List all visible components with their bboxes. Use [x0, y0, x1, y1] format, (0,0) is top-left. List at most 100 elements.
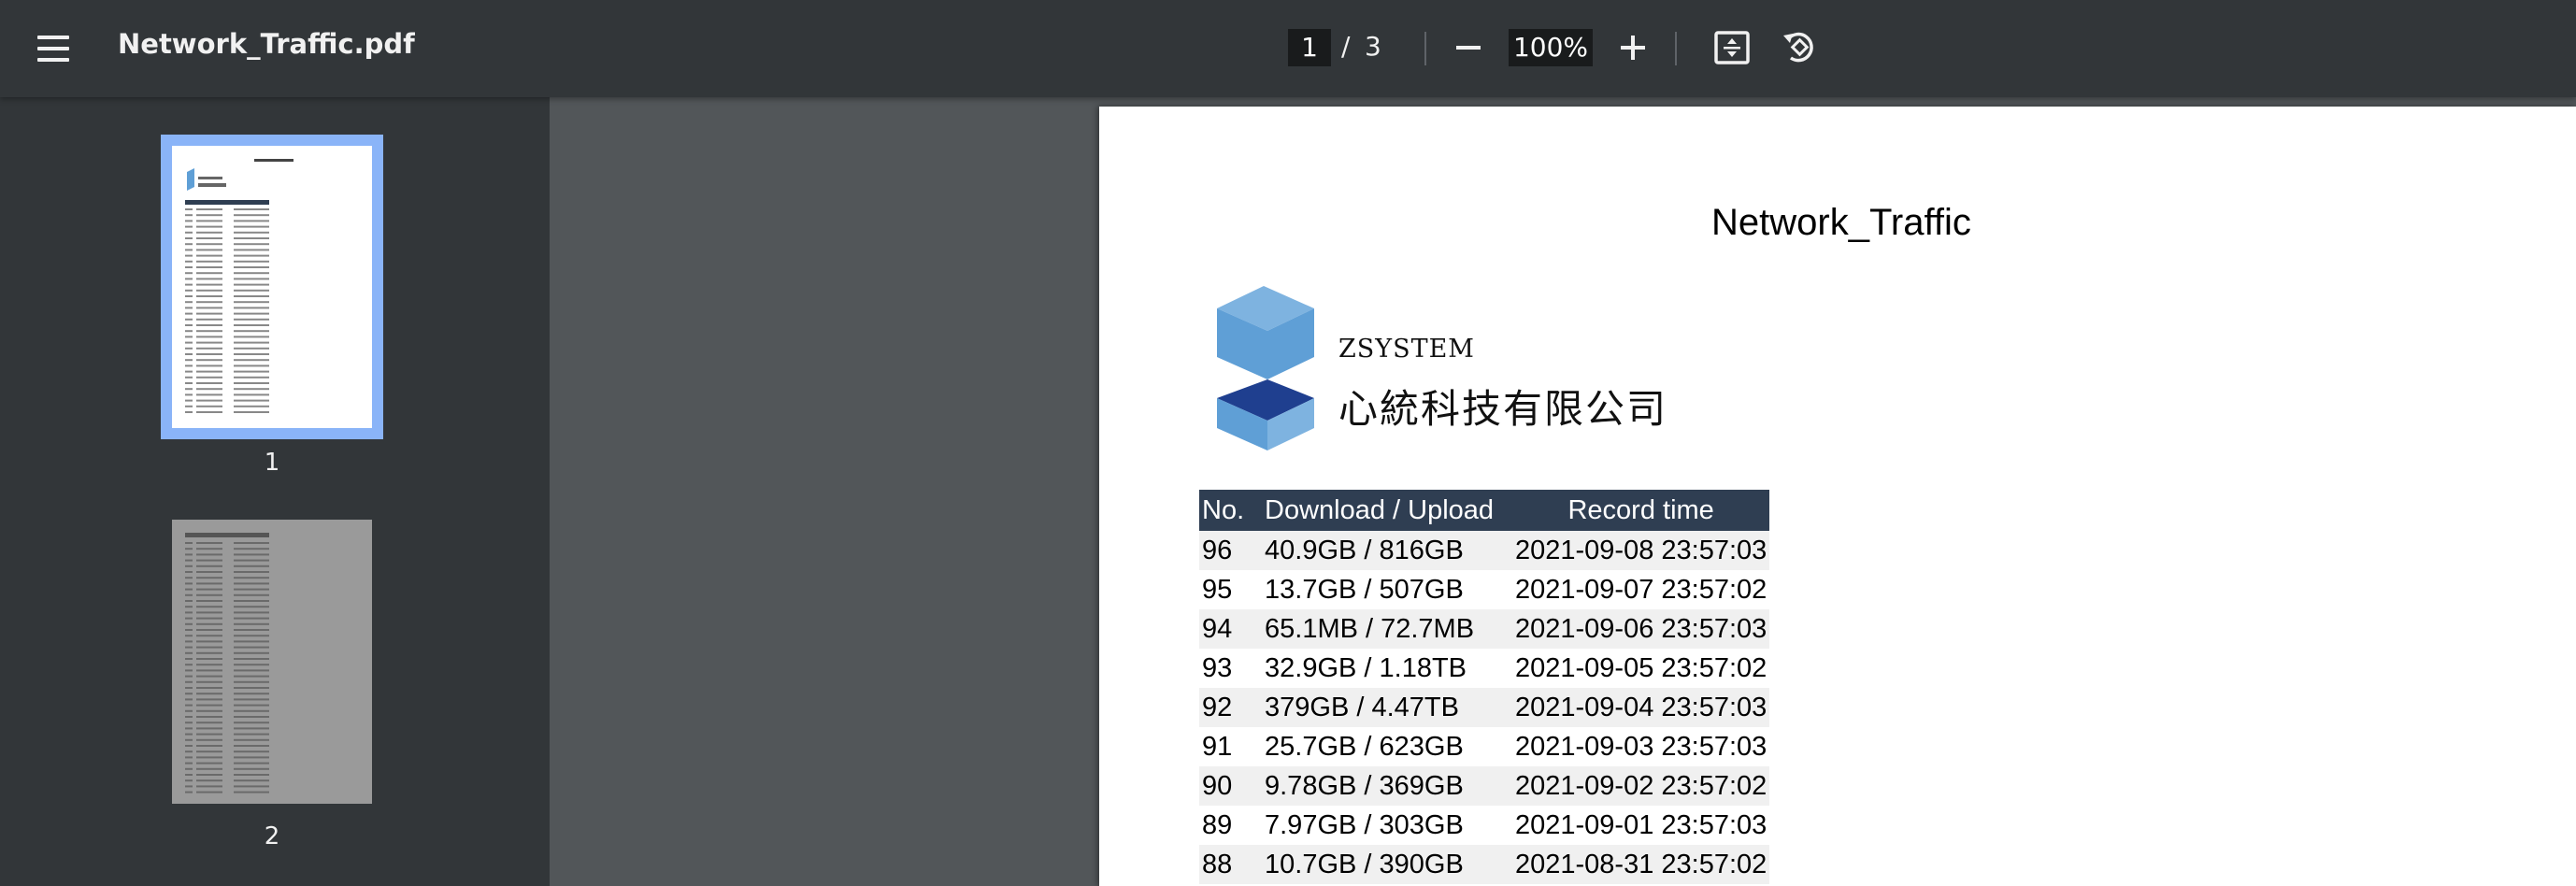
thumbnail-text-line — [185, 559, 193, 562]
page-number-input[interactable]: 1 — [1288, 29, 1331, 66]
toolbar-divider — [1675, 32, 1677, 65]
thumbnail-text-line — [196, 693, 222, 695]
thumbnail-text-line — [234, 698, 269, 701]
cell-download-upload: 32.9GB / 1.18TB — [1265, 652, 1467, 683]
thumbnail-text-line — [196, 318, 222, 321]
thumbnail-text-line — [196, 330, 222, 333]
thumbnail-text-line — [234, 237, 269, 239]
thumbnail-text-line — [234, 307, 269, 309]
thumbnail-text-line — [196, 622, 222, 625]
thumbnail-text-line — [196, 295, 222, 297]
thumbnail-text-line — [234, 727, 269, 730]
cell-no: 93 — [1202, 652, 1233, 683]
thumbnail-text-line — [185, 301, 193, 304]
thumbnail-text-line — [196, 272, 222, 275]
rotate-icon — [1783, 32, 1813, 63]
thumbnail-text-line — [185, 393, 193, 396]
page-thumbnail-2[interactable] — [172, 520, 372, 804]
thumbnail-text-line — [234, 571, 269, 573]
thumbnail-text-line — [234, 582, 269, 585]
thumbnail-text-line — [196, 237, 222, 239]
cell-record-time: 2021-09-08 23:57:03 — [1512, 531, 1770, 570]
zoom-level-input[interactable]: 100% — [1509, 29, 1593, 66]
thumbnail-text-line — [185, 312, 193, 315]
thumbnail-text-line — [185, 353, 193, 355]
cell-no: 88 — [1199, 845, 1262, 884]
thumbnail-text-line — [234, 341, 269, 344]
thumbnail-text-line — [196, 278, 222, 280]
thumbnail-text-line — [196, 593, 222, 596]
cell-download-upload: 379GB / 4.47TB — [1262, 688, 1512, 727]
thumbnail-text-line — [234, 353, 269, 355]
thumbnail-text-line — [185, 606, 193, 608]
thumbnail-text-line — [234, 266, 269, 268]
thumbnail-text-line — [185, 785, 193, 788]
thumbnail-text-line — [234, 283, 269, 286]
thumbnail-text-line — [234, 646, 269, 649]
pdf-page: Network_Traffic ZSYSTEM 心統科技有限公司 No. Dow… — [1099, 107, 2576, 886]
thumbnail-text-line — [185, 243, 193, 246]
thumbnail-text-line — [196, 646, 222, 649]
logo-english-text: ZSYSTEM — [1338, 335, 1475, 364]
thumbnail-text-line — [196, 307, 222, 309]
header-record-time: Record time — [1512, 490, 1770, 531]
thumbnail-text-line — [196, 260, 222, 263]
thumbnail-text-line — [234, 559, 269, 562]
cell-no: 96 — [1199, 531, 1262, 570]
thumbnail-text-line — [234, 750, 269, 753]
zoom-out-button[interactable] — [1447, 26, 1490, 69]
cell-no: 95 — [1202, 574, 1233, 605]
thumbnail-text-line — [185, 382, 193, 384]
thumbnail-label-2: 2 — [264, 822, 280, 850]
thumbnail-text-line — [196, 651, 222, 654]
thumbnail-text-line — [196, 600, 222, 602]
thumbnail-text-line — [196, 582, 222, 585]
thumbnail-text-line — [185, 687, 193, 689]
thumbnail-text-line — [196, 243, 222, 246]
thumbnail-text-line — [196, 767, 222, 770]
table-row: 95 13.7GB / 507GB 2021-09-07 23:57:02 — [1199, 570, 1769, 609]
cell-record-time: 2021-09-07 23:57:02 — [1515, 574, 1767, 605]
thumbnail-text-line — [196, 664, 222, 666]
zoom-in-button[interactable] — [1611, 26, 1654, 69]
thumbnail-text-line — [234, 588, 269, 591]
thumbnail-content — [185, 159, 293, 413]
cell-download-upload: 7.97GB / 303GB — [1265, 809, 1464, 840]
thumbnail-text-line — [234, 669, 269, 672]
thumbnail-text-line — [185, 289, 193, 292]
header-download-upload: Download / Upload — [1262, 490, 1512, 531]
thumbnail-text-line — [196, 364, 222, 367]
cell-no: 92 — [1199, 688, 1262, 727]
thumbnail-text-line — [185, 376, 193, 379]
page-thumbnail-1[interactable] — [161, 135, 383, 439]
thumbnail-text-line — [196, 359, 222, 362]
document-title: Network_Traffic.pdf — [118, 28, 415, 60]
thumbnail-text-line — [234, 745, 269, 747]
thumbnail-text-line — [185, 341, 193, 344]
thumbnail-text-line — [234, 611, 269, 614]
thumbnail-text-line — [234, 564, 269, 567]
thumbnail-text-line — [234, 658, 269, 660]
rotate-button[interactable] — [1778, 26, 1821, 69]
thumbnail-text-line — [185, 727, 193, 730]
table-header-row: No. Download / Upload Record time — [1199, 490, 1770, 531]
thumbnail-text-line — [185, 675, 193, 678]
table-row: 90 9.78GB / 369GB 2021-09-02 23:57:02 — [1199, 766, 1770, 806]
thumbnail-text-line — [234, 260, 269, 263]
thumbnail-text-line — [185, 260, 193, 263]
thumbnail-text-line — [185, 399, 193, 402]
thumbnail-text-line — [185, 347, 193, 350]
thumbnail-text-line — [234, 382, 269, 384]
thumbnail-text-line — [185, 548, 193, 550]
toolbar-divider — [1424, 32, 1426, 65]
menu-button[interactable] — [32, 29, 75, 68]
thumbnail-text-line — [185, 629, 193, 631]
thumbnail-text-line — [234, 640, 269, 643]
thumbnail-text-line — [185, 733, 193, 736]
thumbnail-text-line — [196, 640, 222, 643]
thumbnail-text-line — [234, 622, 269, 625]
thumbnail-text-line — [234, 664, 269, 666]
thumbnail-text-line — [196, 738, 222, 741]
fit-page-button[interactable] — [1710, 26, 1753, 69]
table-row: 91 25.7GB / 623GB 2021-09-03 23:57:03 — [1199, 727, 1769, 766]
